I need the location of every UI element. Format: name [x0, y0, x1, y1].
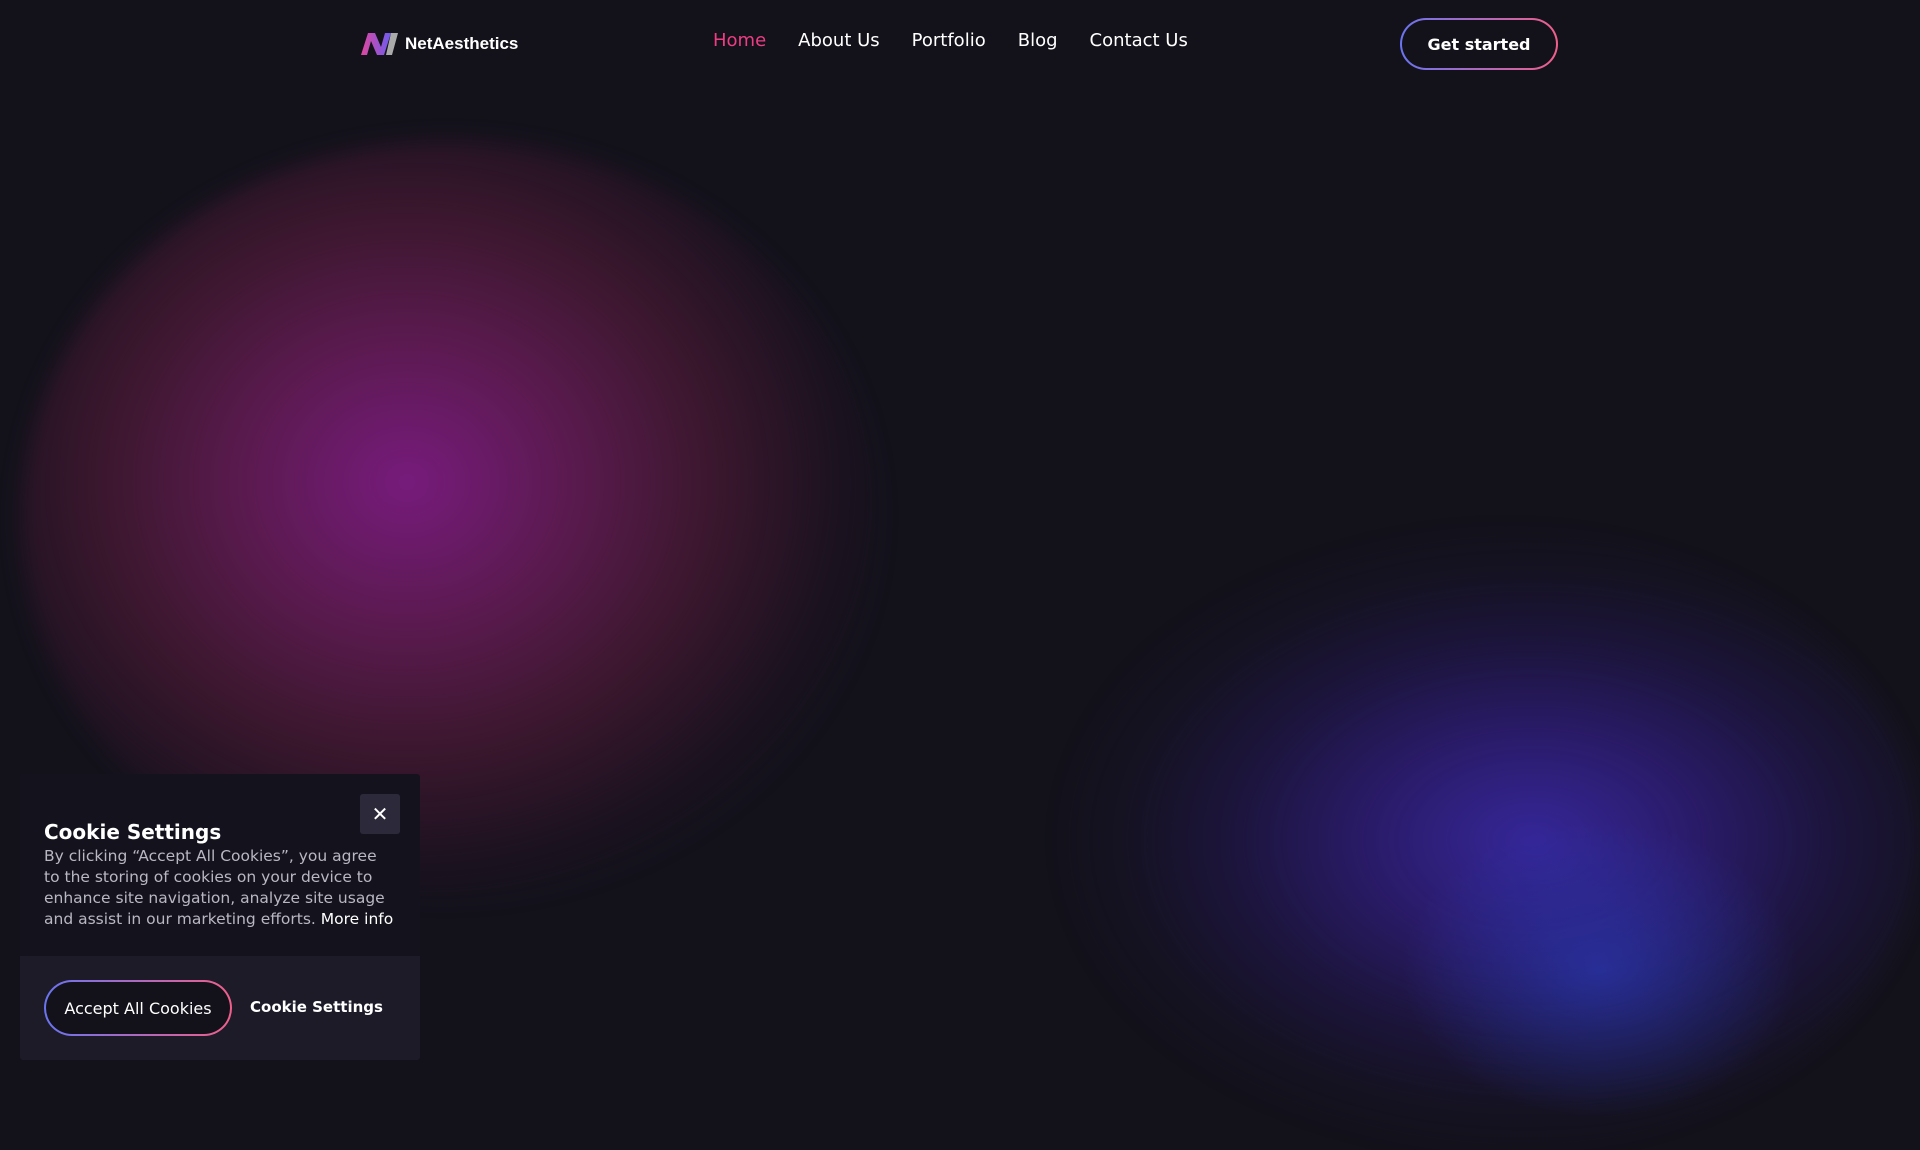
brand-logo[interactable]: NetAesthetics — [361, 33, 518, 55]
nav-links: Home About Us Portfolio Blog Contact Us — [713, 30, 1188, 51]
nav-link-blog[interactable]: Blog — [1018, 30, 1058, 51]
get-started-label: Get started — [1402, 20, 1556, 68]
nav-link-home[interactable]: Home — [713, 30, 766, 51]
nav-link-about-us[interactable]: About Us — [798, 30, 880, 51]
brand-name: NetAesthetics — [405, 34, 519, 53]
accept-label: Accept All Cookies — [46, 982, 230, 1034]
cookie-actions: Accept All Cookies Cookie Settings — [20, 956, 420, 1060]
cookie-settings-button[interactable]: Cookie Settings — [250, 998, 383, 1016]
more-info-link[interactable]: More info — [321, 910, 393, 928]
top-navigation: NetAesthetics Home About Us Portfolio Bl… — [0, 0, 1920, 87]
cookie-banner: ✕ Cookie Settings By clicking “Accept Al… — [20, 774, 420, 1060]
background-glow-blue-core — [1400, 820, 1800, 1120]
cookie-description: By clicking “Accept All Cookies”, you ag… — [44, 846, 394, 930]
close-icon[interactable]: ✕ — [360, 794, 400, 834]
cookie-title: Cookie Settings — [44, 820, 222, 844]
accept-all-cookies-button[interactable]: Accept All Cookies — [44, 980, 232, 1036]
logo-n-icon — [361, 33, 398, 55]
nav-link-portfolio[interactable]: Portfolio — [912, 30, 986, 51]
get-started-button[interactable]: Get started — [1400, 18, 1558, 70]
nav-link-contact-us[interactable]: Contact Us — [1090, 30, 1188, 51]
